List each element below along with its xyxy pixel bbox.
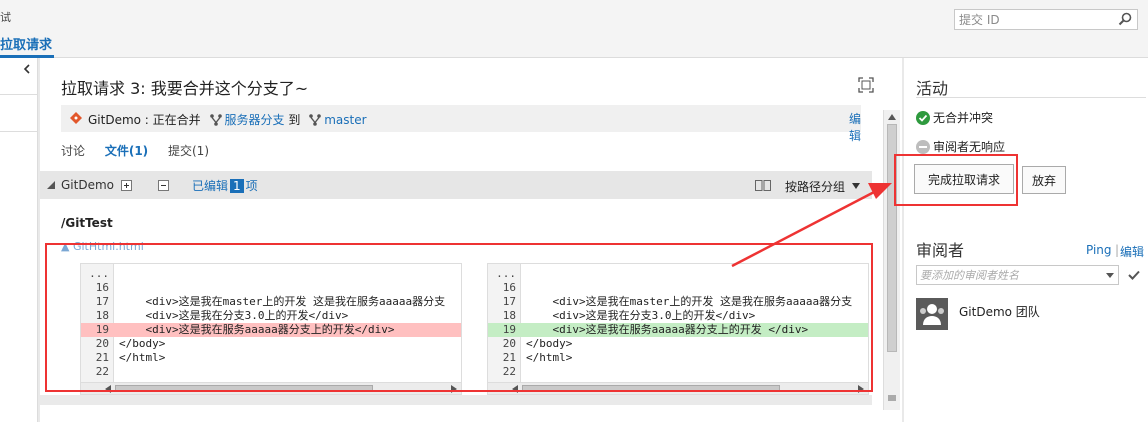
top-bar: 试 拉取请求: [0, 0, 1148, 58]
group-by-path-select[interactable]: 按路径分组: [785, 178, 845, 195]
reviewers-title: 审阅者: [916, 241, 965, 260]
chevron-down-icon[interactable]: [852, 183, 860, 189]
no-conflict-text: 无合并冲突: [933, 111, 994, 125]
edited-count-badge: 1: [230, 179, 244, 193]
tab-pull-requests[interactable]: 拉取请求: [0, 34, 55, 58]
merge-status-bar: GitDemo : 正在合并 服务器分支 到 master 编辑: [61, 105, 861, 143]
reviewer-no-response-text: 审阅者无响应: [933, 140, 1006, 154]
edited-post: 项: [245, 179, 258, 193]
reviewer-combobox[interactable]: [916, 265, 1119, 285]
scroll-up-icon[interactable]: [888, 114, 896, 120]
expand-all-button[interactable]: [121, 180, 132, 191]
divider: [40, 395, 872, 405]
target-branch-link[interactable]: master: [324, 113, 366, 127]
reviewer-name-input[interactable]: [917, 266, 1097, 284]
folder-path: /GitTest: [61, 216, 113, 230]
collapse-triangle-icon[interactable]: [47, 181, 55, 189]
edit-pr-link[interactable]: 编辑: [849, 110, 861, 144]
pr-tabs: 讨论 文件(1) 提交(1): [61, 142, 225, 162]
divider: [0, 131, 38, 132]
tab-commits[interactable]: 提交(1): [168, 144, 209, 158]
page-title: 拉取请求 3: 我要合并这个分支了~: [61, 79, 309, 98]
branch-icon: [309, 114, 321, 126]
edited-count-text: 已编辑 1 项: [192, 177, 258, 194]
chevron-down-icon[interactable]: [1106, 273, 1114, 278]
merge-status-row: 无合并冲突: [916, 109, 993, 126]
check-circle-icon: [916, 111, 930, 125]
repo-toolbar: GitDemo 已编辑 1 项 按路径分组: [40, 171, 872, 199]
tab-discussion[interactable]: 讨论: [61, 144, 85, 158]
left-nav-rail: [0, 58, 38, 422]
tab-files[interactable]: 文件(1): [105, 144, 148, 158]
repo-name: GitDemo: [61, 178, 114, 192]
commit-search-box[interactable]: [954, 9, 1138, 30]
reviewer-status-row: 审阅者无响应: [916, 138, 1005, 155]
fullscreen-icon[interactable]: [858, 77, 874, 93]
check-icon[interactable]: [1128, 270, 1140, 280]
source-branch-link[interactable]: 服务器分支: [225, 113, 285, 127]
branch-icon: [209, 114, 222, 126]
abandon-button[interactable]: 放弃: [1022, 166, 1066, 194]
activity-panel: 活动 无合并冲突 审阅者无响应 完成拉取请求 放弃 审阅者 Ping | 编辑: [904, 58, 1148, 422]
edited-pre: 已编辑: [192, 179, 229, 193]
git-icon: [70, 112, 82, 124]
divider: [0, 94, 38, 95]
minus-circle-icon: [916, 140, 930, 154]
divider: [916, 97, 1146, 98]
commit-search-input[interactable]: [955, 10, 1111, 29]
activity-title: 活动: [916, 79, 949, 98]
annotation-box-complete-button: [894, 154, 1018, 206]
collapse-chevron-icon[interactable]: [21, 63, 33, 75]
separator: |: [1115, 243, 1120, 257]
top-nav-fragment: 试: [0, 11, 11, 24]
grip-icon[interactable]: [887, 395, 897, 401]
side-by-side-view-icon[interactable]: [755, 180, 771, 191]
merge-status-prefix: GitDemo : 正在合并: [88, 113, 201, 127]
merge-status-text: GitDemo : 正在合并 服务器分支 到 master: [88, 111, 367, 128]
collapse-all-button[interactable]: [158, 180, 169, 191]
reviewer-team-name: GitDemo 团队: [959, 305, 1040, 319]
team-avatar: [916, 298, 948, 330]
search-icon[interactable]: [1117, 11, 1133, 27]
annotation-box-diff: [45, 243, 873, 392]
to-word: 到: [288, 113, 301, 127]
ping-link[interactable]: Ping: [1086, 243, 1112, 257]
edit-reviewers-link[interactable]: 编辑: [1120, 243, 1144, 260]
